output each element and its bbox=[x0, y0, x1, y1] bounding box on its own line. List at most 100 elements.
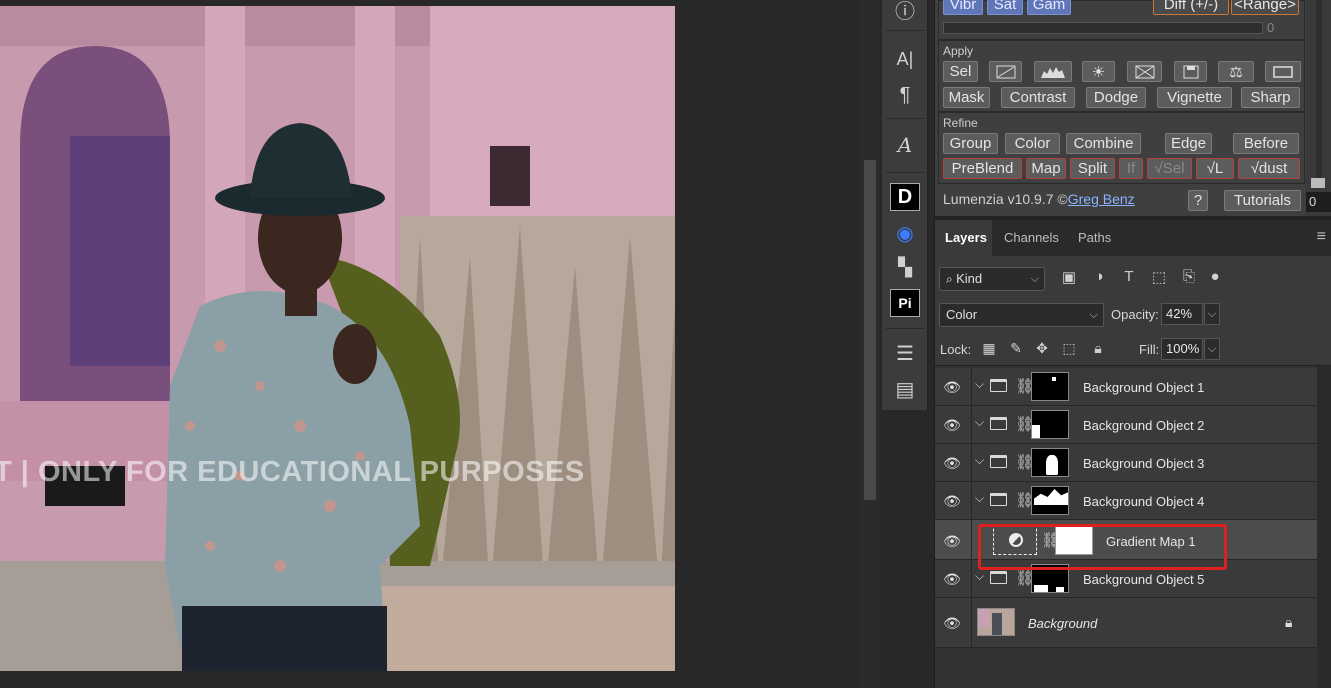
frame-icon[interactable] bbox=[1265, 61, 1301, 82]
adjustments-icon[interactable]: ☰ bbox=[889, 338, 921, 368]
adjustment-filter-icon[interactable]: ◑ bbox=[1089, 268, 1109, 286]
slider-track[interactable] bbox=[1316, 0, 1322, 180]
diff-button[interactable]: Diff (+/-) bbox=[1153, 0, 1229, 15]
visibility-eye-icon[interactable]: 👁︎ bbox=[943, 571, 961, 587]
shape-filter-icon[interactable]: ⬚ bbox=[1149, 268, 1169, 286]
sharp-button[interactable]: Sharp bbox=[1241, 87, 1300, 108]
lock-paint-icon[interactable]: ✎ bbox=[1007, 340, 1025, 358]
check-sel-button[interactable]: √Sel bbox=[1147, 158, 1192, 179]
layer-name[interactable]: Background Object 1 bbox=[1083, 380, 1204, 395]
curves-icon[interactable] bbox=[989, 61, 1022, 82]
image-filter-icon[interactable]: ▣ bbox=[1059, 268, 1079, 286]
layer-row[interactable]: 👁︎ ⌵ ⛓ Background Object 3 bbox=[935, 444, 1317, 482]
layer-row[interactable]: 👁︎ ⌵ ⛓ Background Object 2 bbox=[935, 406, 1317, 444]
chevron-down-icon[interactable]: ⌵ bbox=[975, 491, 984, 506]
chevron-down-icon[interactable]: ⌵ bbox=[975, 569, 984, 584]
range-slider[interactable] bbox=[943, 22, 1263, 34]
background-thumbnail[interactable] bbox=[977, 608, 1015, 636]
canvas-scrollbar[interactable] bbox=[860, 0, 880, 688]
mask-image-icon[interactable] bbox=[1127, 61, 1162, 82]
layer-name[interactable]: Background Object 4 bbox=[1083, 494, 1204, 509]
contrast-button[interactable]: Contrast bbox=[1001, 87, 1075, 108]
edge-button[interactable]: Edge bbox=[1165, 133, 1212, 154]
gam-button[interactable]: Gam bbox=[1027, 0, 1071, 15]
visibility-eye-icon[interactable]: 👁︎ bbox=[943, 533, 961, 549]
visibility-eye-icon[interactable]: 👁︎ bbox=[943, 493, 961, 509]
before-button[interactable]: Before bbox=[1233, 133, 1299, 154]
scroll-thumb[interactable] bbox=[864, 160, 876, 500]
chevron-down-icon[interactable]: ⌵ bbox=[975, 453, 984, 468]
preblend-button[interactable]: PreBlend bbox=[943, 158, 1022, 179]
pi-plugin-icon[interactable]: Pi bbox=[890, 289, 920, 317]
paragraph-icon[interactable]: ¶ bbox=[889, 80, 921, 110]
layer-mask-thumbnail[interactable] bbox=[1031, 448, 1069, 477]
lock-all-icon[interactable]: 🔒︎ bbox=[1089, 340, 1107, 358]
layer-name[interactable]: Background Object 2 bbox=[1083, 418, 1204, 433]
lock-artboard-icon[interactable]: ⬚ bbox=[1060, 340, 1078, 358]
range-button[interactable]: <Range> bbox=[1231, 0, 1299, 15]
tab-layers[interactable]: Layers bbox=[935, 220, 992, 256]
filter-toggle-icon[interactable]: ● bbox=[1205, 268, 1225, 286]
balance-icon[interactable]: ⚖ bbox=[1218, 61, 1254, 82]
dodge-button[interactable]: Dodge bbox=[1086, 87, 1146, 108]
kind-filter-select[interactable]: ⌕ Kind ⌵ bbox=[939, 267, 1045, 291]
chevron-down-icon[interactable]: ⌵ bbox=[975, 415, 984, 430]
lock-position-icon[interactable]: ✥ bbox=[1033, 340, 1051, 358]
color-button[interactable]: Color bbox=[1005, 133, 1060, 154]
tutorials-button[interactable]: Tutorials bbox=[1224, 190, 1301, 211]
lock-transparency-icon[interactable]: ▦ bbox=[980, 340, 998, 358]
layer-row-background[interactable]: 👁︎ Background 🔒︎ bbox=[935, 598, 1317, 648]
if-button[interactable]: If bbox=[1119, 158, 1143, 179]
chevron-down-icon[interactable]: ⌵ bbox=[975, 377, 984, 392]
check-l-button[interactable]: √L bbox=[1196, 158, 1234, 179]
author-link[interactable]: Greg Benz bbox=[1068, 191, 1135, 207]
visibility-eye-icon[interactable]: 👁︎ bbox=[943, 417, 961, 433]
tab-channels[interactable]: Channels bbox=[994, 220, 1069, 256]
layer-name[interactable]: Background bbox=[1028, 616, 1097, 631]
document-canvas[interactable]: T | ONLY FOR EDUCATIONAL PURPOSES bbox=[0, 0, 880, 688]
sat-button[interactable]: Sat bbox=[987, 0, 1023, 15]
smart-object-filter-icon[interactable]: ⎘ bbox=[1179, 268, 1199, 286]
brightness-icon[interactable]: ☀ bbox=[1082, 61, 1115, 82]
check-dust-button[interactable]: √dust bbox=[1238, 158, 1300, 179]
layer-name[interactable]: Background Object 5 bbox=[1083, 572, 1204, 587]
vibr-button[interactable]: Vibr bbox=[943, 0, 983, 15]
save-icon[interactable] bbox=[1174, 61, 1207, 82]
glyph-icon[interactable]: A bbox=[889, 130, 921, 160]
opacity-input[interactable]: 42% bbox=[1161, 303, 1203, 325]
blend-mode-select[interactable]: Color ⌵ bbox=[939, 303, 1104, 327]
layer-row[interactable]: 👁︎ ⌵ ⛓ Background Object 4 bbox=[935, 482, 1317, 520]
visibility-eye-icon[interactable]: 👁︎ bbox=[943, 379, 961, 395]
plugin-d-icon[interactable]: D bbox=[890, 183, 920, 211]
help-button[interactable]: ? bbox=[1188, 190, 1208, 211]
layers-scrollbar[interactable] bbox=[1317, 366, 1331, 688]
eye-plugin-icon[interactable]: ◉ bbox=[889, 218, 921, 248]
group-button[interactable]: Group bbox=[943, 133, 998, 154]
layer-mask-thumbnail[interactable] bbox=[1031, 486, 1069, 515]
panel-menu-icon[interactable]: ≡ bbox=[1317, 228, 1326, 246]
layer-mask-thumbnail[interactable] bbox=[1031, 410, 1069, 439]
mask-button[interactable]: Mask bbox=[943, 87, 990, 108]
combine-button[interactable]: Combine bbox=[1066, 133, 1141, 154]
histogram-icon[interactable] bbox=[1034, 61, 1072, 82]
fill-input[interactable]: 100% bbox=[1161, 338, 1203, 360]
map-button[interactable]: Map bbox=[1026, 158, 1066, 179]
layer-mask-thumbnail[interactable] bbox=[1031, 372, 1069, 401]
visibility-eye-icon[interactable]: 👁︎ bbox=[943, 615, 961, 631]
type-filter-icon[interactable]: T bbox=[1119, 268, 1139, 286]
character-icon[interactable]: A| bbox=[889, 44, 921, 74]
layer-row[interactable]: 👁︎ ⌵ ⛓ Background Object 1 bbox=[935, 368, 1317, 406]
split-button[interactable]: Split bbox=[1070, 158, 1115, 179]
slider-value[interactable]: 0 bbox=[1306, 192, 1331, 212]
properties-icon[interactable]: ▤ bbox=[889, 374, 921, 404]
layer-name[interactable]: Background Object 3 bbox=[1083, 456, 1204, 471]
vignette-button[interactable]: Vignette bbox=[1157, 87, 1232, 108]
plugin-b-icon[interactable]: ▚ bbox=[889, 252, 921, 282]
opacity-dropdown-icon[interactable]: ⌵ bbox=[1204, 303, 1220, 325]
info-icon[interactable]: ⓘ bbox=[889, 0, 921, 24]
sel-button[interactable]: Sel bbox=[943, 61, 978, 82]
vertical-slider[interactable]: 0 bbox=[1306, 0, 1331, 216]
tab-paths[interactable]: Paths bbox=[1068, 220, 1121, 256]
fill-dropdown-icon[interactable]: ⌵ bbox=[1204, 338, 1220, 360]
slider-knob[interactable] bbox=[1311, 178, 1325, 188]
